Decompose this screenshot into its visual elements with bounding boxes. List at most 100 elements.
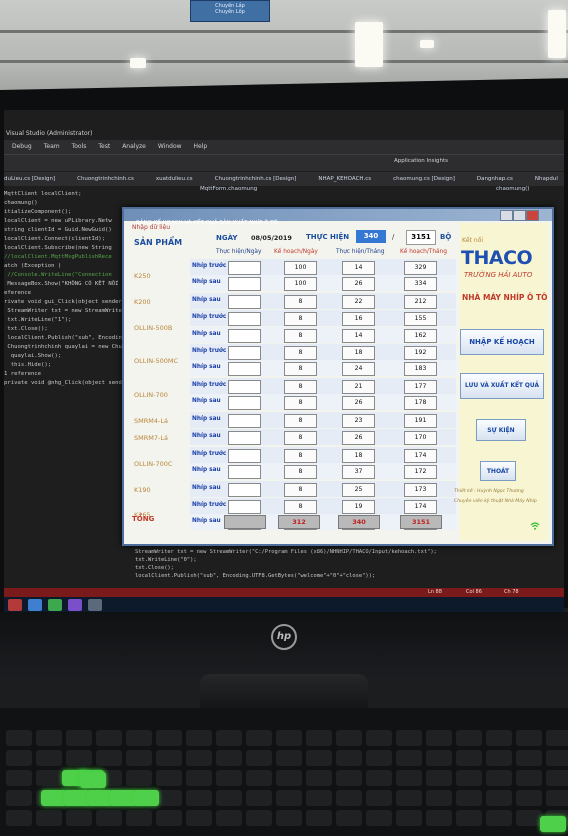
keyboard-key[interactable] — [126, 750, 152, 766]
keyboard-key[interactable] — [156, 730, 182, 746]
ke-hoach-thang-cell[interactable]: 174 — [404, 500, 437, 514]
keyboard-key[interactable] — [546, 770, 568, 786]
keyboard-key[interactable] — [246, 750, 272, 766]
keyboard-key[interactable] — [36, 770, 62, 786]
ke-hoach-ngay-cell[interactable]: 8 — [284, 431, 317, 446]
keyboard-key[interactable] — [96, 810, 122, 826]
keyboard-key[interactable] — [546, 790, 568, 806]
vs-tab[interactable]: Chuongtrinhchinh.cs [Design] — [215, 176, 297, 182]
thuc-hien-ngay-cell[interactable] — [228, 396, 261, 411]
keyboard-key[interactable] — [306, 730, 332, 746]
nhap-ke-hoach-button[interactable]: NHẬP KẾ HOẠCH — [460, 329, 544, 355]
keyboard-key[interactable] — [366, 790, 392, 806]
keyboard-key[interactable] — [36, 810, 62, 826]
keyboard-key[interactable] — [36, 730, 62, 746]
thuc-hien-ngay-cell[interactable] — [228, 379, 261, 394]
vs-tab[interactable]: Dangnhap.cs — [477, 176, 513, 182]
start-icon[interactable] — [8, 599, 22, 611]
keyboard-key[interactable] — [276, 770, 302, 786]
ke-hoach-thang-cell[interactable]: 162 — [404, 328, 437, 343]
keyboard-key[interactable] — [456, 790, 482, 806]
keyboard-key[interactable] — [426, 730, 452, 746]
keyboard-key[interactable] — [456, 810, 482, 826]
keyboard-key[interactable] — [396, 750, 422, 766]
keyboard-key[interactable] — [246, 810, 272, 826]
keyboard-key[interactable] — [306, 770, 332, 786]
app-icon[interactable] — [48, 599, 62, 611]
keyboard-key[interactable] — [516, 730, 542, 746]
ke-hoach-thang-cell[interactable]: 155 — [404, 312, 437, 327]
ke-hoach-thang-cell[interactable]: 183 — [404, 362, 437, 377]
keyboard-key[interactable] — [366, 750, 392, 766]
thuc-hien-thang-cell[interactable]: 21 — [342, 379, 375, 394]
keyboard-key[interactable] — [306, 790, 332, 806]
keyboard-key[interactable] — [516, 770, 542, 786]
keyboard-key-lit[interactable] — [540, 816, 566, 832]
thuc-hien-ngay-cell[interactable] — [228, 413, 261, 428]
ke-hoach-ngay-cell[interactable]: 8 — [284, 294, 317, 309]
vs-tab[interactable]: Chuongtrinhchinh.cs — [77, 176, 134, 182]
maximize-icon[interactable] — [513, 210, 526, 221]
keyboard-key[interactable] — [66, 730, 92, 746]
keyboard-key[interactable] — [486, 730, 512, 746]
keyboard-key-lit[interactable] — [80, 772, 106, 788]
keyboard-key[interactable] — [426, 790, 452, 806]
keyboard-key[interactable] — [336, 730, 362, 746]
keyboard-key-lit[interactable] — [133, 790, 159, 806]
keyboard-key[interactable] — [66, 750, 92, 766]
keyboard-key[interactable] — [396, 790, 422, 806]
keyboard-key[interactable] — [426, 770, 452, 786]
keyboard-key[interactable] — [456, 750, 482, 766]
ke-hoach-ngay-cell[interactable]: 8 — [284, 379, 317, 394]
ke-hoach-thang-cell[interactable]: 178 — [404, 396, 437, 411]
keyboard-key[interactable] — [126, 730, 152, 746]
vs-tab[interactable]: duLieu.cs [Design] — [4, 176, 55, 182]
thuc-hien-ngay-cell[interactable] — [228, 482, 261, 497]
thuc-hien-ngay-cell[interactable] — [228, 465, 261, 479]
keyboard-key[interactable] — [486, 810, 512, 826]
keyboard-key[interactable] — [126, 810, 152, 826]
vs-menu-item[interactable]: Debug — [12, 143, 32, 150]
ke-hoach-ngay-cell[interactable]: 100 — [284, 261, 317, 275]
keyboard-key[interactable] — [186, 790, 212, 806]
keyboard-key[interactable] — [186, 750, 212, 766]
ke-hoach-ngay-cell[interactable]: 8 — [284, 413, 317, 428]
vs-menu-item[interactable]: Help — [194, 143, 208, 150]
keyboard-key[interactable] — [156, 790, 182, 806]
keyboard-key[interactable] — [546, 750, 568, 766]
ke-hoach-thang-cell[interactable]: 334 — [404, 277, 437, 292]
keyboard-key[interactable] — [156, 770, 182, 786]
vs-tab[interactable]: xuatdulieu.cs — [156, 176, 193, 182]
keyboard-key[interactable] — [96, 750, 122, 766]
keyboard-key[interactable] — [486, 790, 512, 806]
close-icon[interactable] — [526, 210, 539, 221]
ke-hoach-thang-cell[interactable]: 172 — [404, 465, 437, 479]
keyboard-key[interactable] — [186, 730, 212, 746]
thuc-hien-thang-cell[interactable]: 14 — [342, 261, 375, 275]
keyboard-key[interactable] — [276, 730, 302, 746]
keyboard-key[interactable] — [366, 770, 392, 786]
ke-hoach-ngay-cell[interactable]: 8 — [284, 500, 317, 514]
keyboard-key[interactable] — [36, 750, 62, 766]
luu-xuat-ket-qua-button[interactable]: LƯU VÀ XUẤT KẾT QUẢ — [460, 373, 544, 399]
keyboard-key[interactable] — [6, 750, 32, 766]
vs-menu-item[interactable]: Analyze — [122, 143, 146, 150]
keyboard-key[interactable] — [186, 770, 212, 786]
ke-hoach-ngay-cell[interactable]: 8 — [284, 328, 317, 343]
keyboard-key[interactable] — [216, 790, 242, 806]
ke-hoach-thang-cell[interactable]: 177 — [404, 379, 437, 394]
keyboard-key[interactable] — [66, 810, 92, 826]
keyboard-key[interactable] — [516, 790, 542, 806]
vs-tab[interactable]: chaomung.cs [Design] — [393, 176, 455, 182]
keyboard-key[interactable] — [216, 750, 242, 766]
su-kien-button[interactable]: SỰ KIỆN — [476, 419, 526, 441]
thuc-hien-ngay-cell[interactable] — [228, 328, 261, 343]
keyboard-key[interactable] — [276, 790, 302, 806]
thuc-hien-ngay-cell[interactable] — [228, 294, 261, 309]
keyboard-key[interactable] — [396, 730, 422, 746]
thuc-hien-thang-cell[interactable]: 25 — [342, 482, 375, 497]
keyboard-key[interactable] — [396, 770, 422, 786]
keyboard-key[interactable] — [216, 810, 242, 826]
keyboard-key[interactable] — [6, 790, 32, 806]
keyboard-key[interactable] — [6, 730, 32, 746]
